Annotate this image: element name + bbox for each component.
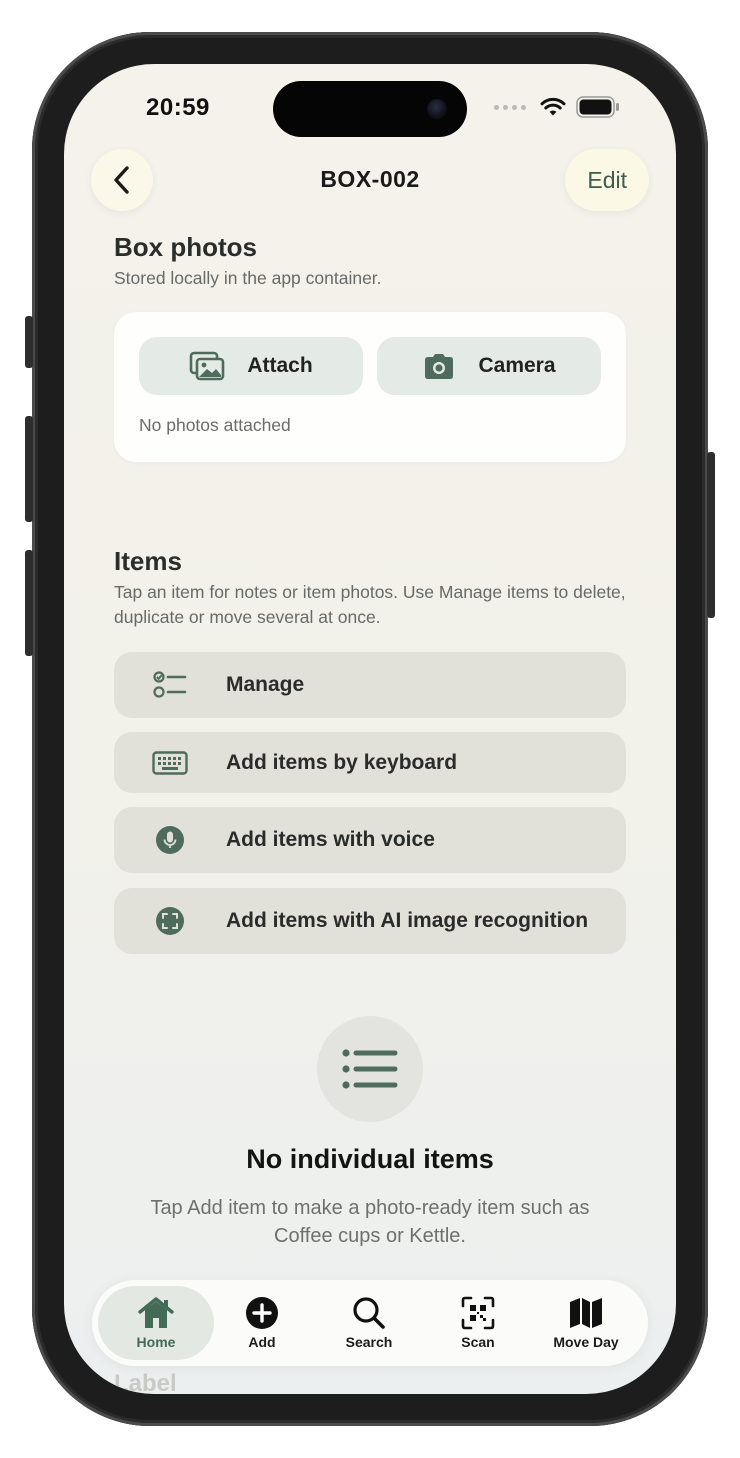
app-screen: 20:59 BOX-002 Edit Box photos Stored loc…	[64, 64, 676, 1394]
volume-down-button	[25, 550, 33, 656]
tab-home[interactable]: Home	[98, 1286, 214, 1360]
tab-home-label: Home	[136, 1334, 176, 1350]
list-icon	[342, 1049, 398, 1089]
camera-icon	[425, 354, 454, 379]
add-with-ai-label: Add items with AI image recognition	[226, 909, 589, 932]
wifi-icon	[540, 97, 566, 116]
house-icon	[138, 1297, 174, 1328]
qr-scan-icon	[461, 1296, 495, 1330]
checklist-icon	[153, 671, 187, 698]
action-button	[25, 316, 33, 368]
tab-move-day-label: Move Day	[553, 1334, 619, 1350]
no-photos-text: No photos attached	[139, 415, 291, 435]
status-icons	[494, 96, 620, 118]
items-heading: Items	[114, 546, 182, 576]
box-photos-heading: Box photos	[114, 232, 257, 262]
microphone-icon	[156, 826, 184, 854]
image-scan-icon	[156, 907, 184, 935]
empty-list-illustration	[317, 1016, 423, 1122]
tab-search-label: Search	[345, 1334, 393, 1350]
plus-circle-icon	[246, 1297, 278, 1329]
tab-move-day[interactable]: Move Day	[536, 1286, 636, 1360]
tab-search[interactable]: Search	[326, 1286, 412, 1360]
add-by-keyboard-label: Add items by keyboard	[226, 750, 458, 774]
volume-up-button	[25, 416, 33, 522]
tab-scan-label: Scan	[461, 1334, 495, 1350]
keyboard-icon	[152, 750, 188, 775]
empty-state-text: Tap Add item to make a photo-ready item …	[150, 1197, 590, 1247]
add-by-keyboard-button[interactable]: Add items by keyboard	[114, 732, 626, 793]
status-time: 20:59	[146, 94, 210, 121]
edit-button[interactable]: Edit	[565, 149, 649, 211]
add-with-ai-recognition-button[interactable]: Add items with AI image recognition	[114, 888, 626, 954]
photo-stack-icon	[190, 351, 225, 381]
box-photos-subtitle: Stored locally in the app container.	[114, 268, 382, 288]
items-subtitle: Tap an item for notes or item photos. Us…	[114, 582, 626, 627]
tab-bar: Home Add Search Scan Move Day	[92, 1280, 648, 1366]
manage-items-button[interactable]: Manage	[114, 652, 626, 718]
signal-icon	[494, 104, 526, 110]
dynamic-island	[273, 81, 467, 137]
label-section-heading: Label	[114, 1370, 177, 1394]
attach-label: Attach	[247, 354, 313, 377]
battery-icon	[576, 96, 619, 118]
camera-label: Camera	[478, 354, 556, 377]
add-with-voice-button[interactable]: Add items with voice	[114, 807, 626, 873]
add-with-voice-label: Add items with voice	[226, 828, 435, 851]
map-icon	[570, 1298, 602, 1328]
tab-add[interactable]: Add	[222, 1286, 302, 1360]
attach-button[interactable]: Attach	[139, 337, 363, 395]
magnifier-icon	[353, 1297, 385, 1329]
manage-label: Manage	[226, 673, 305, 696]
tab-add-label: Add	[248, 1334, 276, 1350]
power-button	[707, 452, 715, 618]
empty-state-title: No individual items	[246, 1144, 494, 1174]
camera-button[interactable]: Camera	[377, 337, 601, 395]
tab-scan[interactable]: Scan	[438, 1286, 518, 1360]
photos-card: Attach Camera No photos attached	[114, 312, 626, 462]
